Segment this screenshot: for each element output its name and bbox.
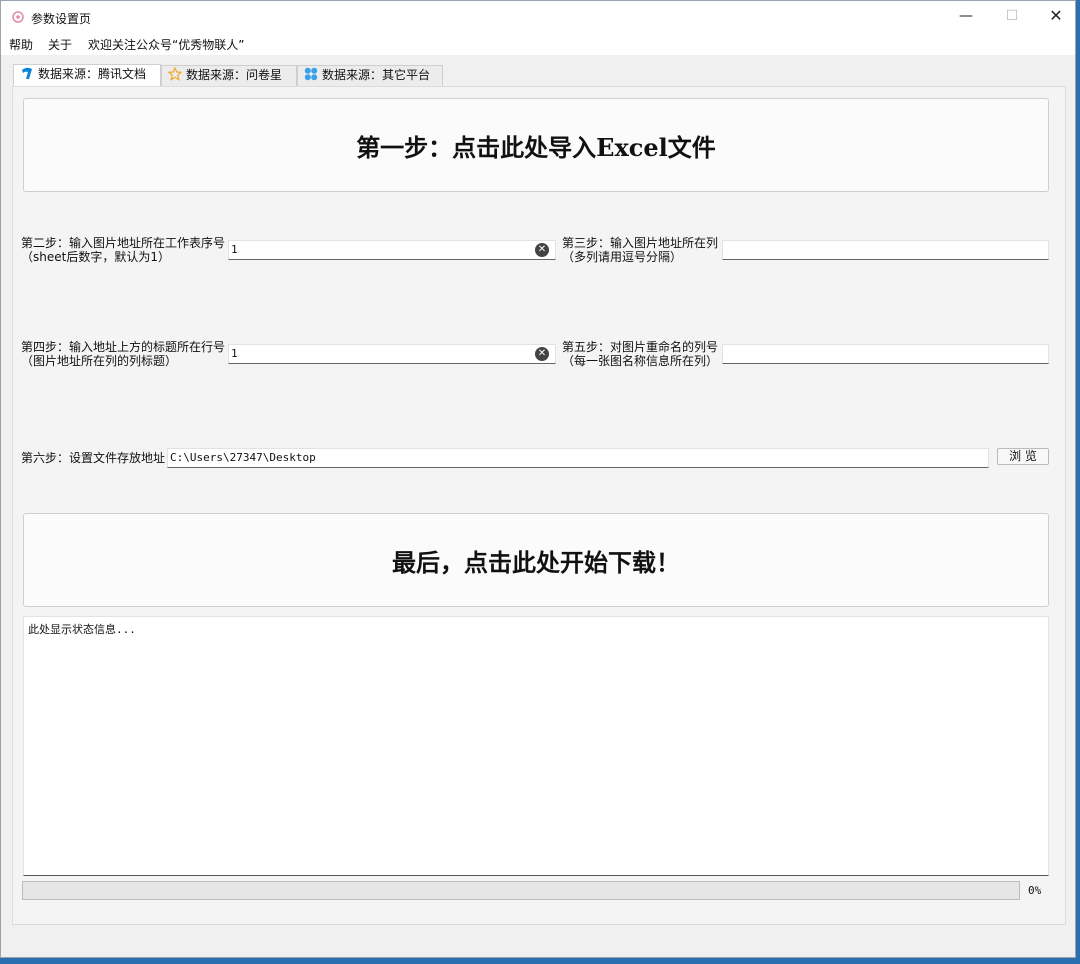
app-icon [12, 11, 24, 23]
step4-label-line1: 第四步：输入地址上方的标题所在行号 [21, 340, 226, 354]
step4-label: 第四步：输入地址上方的标题所在行号 （图片地址所在列的列标题） [21, 340, 225, 368]
tab-other-platforms[interactable]: 数据来源：其它平台 [297, 65, 443, 86]
menu-bar: 帮助 关于 欢迎关注公众号“优秀物联人” [1, 33, 1075, 55]
clear-icon[interactable]: ✕ [535, 347, 549, 361]
grid-icon [304, 67, 318, 81]
header-row-input[interactable]: 1 ✕ [228, 344, 556, 364]
minimize-button[interactable]: — [943, 1, 989, 33]
header-row-value: 1 [231, 347, 238, 360]
save-path-input[interactable]: C:\Users\27347\Desktop [167, 448, 989, 468]
step2-label: 第二步：输入图片地址所在工作表序号 （sheet后数字，默认为1） [21, 236, 225, 264]
image-column-input[interactable] [722, 240, 1049, 260]
tab-label: 数据来源：腾讯文档 [38, 67, 147, 81]
step2-label-line1: 第二步：输入图片地址所在工作表序号 [21, 236, 226, 250]
step3-label-line1: 第三步：输入图片地址所在列 [562, 236, 719, 250]
step3-label: 第三步：输入图片地址所在列 （多列请用逗号分隔） [562, 236, 718, 264]
tab-label: 数据来源：其它平台 [322, 68, 431, 82]
status-log[interactable]: 此处显示状态信息... [23, 616, 1049, 876]
tab-wenjuanxing[interactable]: 数据来源：问卷星 [161, 65, 297, 86]
title-bar: 参数设置页 — ☐ ✕ [1, 1, 1075, 33]
clear-icon[interactable]: ✕ [535, 243, 549, 257]
window-title: 参数设置页 [31, 12, 92, 26]
step6-label: 第六步：设置文件存放地址 [21, 451, 166, 465]
step4-label-line2: （图片地址所在列的列标题） [21, 354, 178, 368]
step5-label-line2: （每一张图名称信息所在列） [562, 354, 719, 368]
step5-label: 第五步：对图片重命名的列号 （每一张图名称信息所在列） [562, 340, 718, 368]
close-button[interactable]: ✕ [1033, 1, 1079, 33]
main-window: 参数设置页 — ☐ ✕ 帮助 关于 欢迎关注公众号“优秀物联人” 数据来源：腾讯… [0, 0, 1076, 958]
status-text: 此处显示状态信息... [28, 623, 136, 636]
progress-text: 0% [1028, 884, 1042, 897]
step3-label-line2: （多列请用逗号分隔） [562, 250, 683, 264]
star-icon [168, 67, 182, 81]
tab-label: 数据来源：问卷星 [186, 68, 283, 82]
menu-about[interactable]: 关于 [48, 36, 72, 53]
sheet-index-value: 1 [231, 243, 238, 256]
tencent-docs-icon [22, 67, 32, 79]
save-path-value: C:\Users\27347\Desktop [170, 451, 316, 464]
progress-bar [22, 881, 1020, 900]
browse-button[interactable]: 浏 览 [997, 448, 1049, 465]
start-download-button[interactable]: 最后，点击此处开始下载！ [23, 513, 1049, 607]
sheet-index-input[interactable]: 1 ✕ [228, 240, 556, 260]
tab-tencent-docs[interactable]: 数据来源：腾讯文档 [13, 64, 161, 87]
maximize-button[interactable]: ☐ [989, 1, 1035, 33]
import-excel-button[interactable]: 第一步：点击此处导入Excel文件 [23, 98, 1049, 192]
step5-label-line1: 第五步：对图片重命名的列号 [562, 340, 719, 354]
rename-column-input[interactable] [722, 344, 1049, 364]
tab-panel: 第一步：点击此处导入Excel文件 第二步：输入图片地址所在工作表序号 （she… [12, 86, 1066, 925]
menu-help[interactable]: 帮助 [9, 36, 33, 53]
step2-label-line2: （sheet后数字，默认为1） [21, 250, 170, 264]
menu-follow[interactable]: 欢迎关注公众号“优秀物联人” [88, 36, 244, 53]
